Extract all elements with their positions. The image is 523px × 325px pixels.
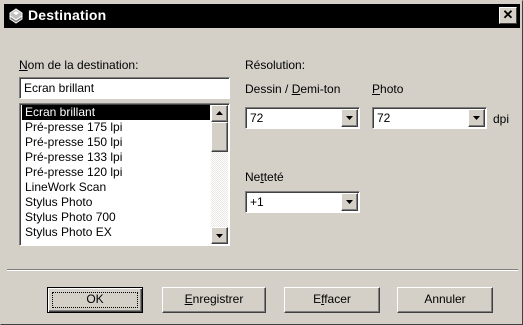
destination-list-item[interactable]: Stylus Photo 700 xyxy=(22,210,210,225)
destination-list-item[interactable]: Pré-presse 133 lpi xyxy=(22,150,210,165)
sharpness-value: +1 xyxy=(250,195,264,209)
dessin-demiton-label: Dessin / Demi-ton xyxy=(245,82,341,96)
scroll-up-button[interactable] xyxy=(211,105,228,122)
chevron-down-icon xyxy=(346,116,353,120)
ok-button[interactable]: OK xyxy=(47,287,143,313)
destination-dialog: Destination ✕ Nom de la destination: Ecr… xyxy=(0,0,523,325)
dessin-resolution-select[interactable]: 72 xyxy=(245,107,360,129)
dessin-resolution-value: 72 xyxy=(250,111,264,125)
delete-button-label: Effacer xyxy=(313,292,351,306)
destination-list-scrollbar[interactable] xyxy=(211,105,228,244)
dessin-dropdown-button[interactable] xyxy=(341,109,358,127)
destination-list[interactable]: Ecran brillant Pré-presse 175 lpi Pré-pres… xyxy=(19,103,230,246)
chevron-down-icon xyxy=(346,200,353,204)
printer-destination-icon xyxy=(9,8,23,24)
resolution-label: Résolution: xyxy=(245,58,306,72)
destination-list-item[interactable]: Stylus Photo xyxy=(22,195,210,210)
destination-list-item[interactable]: Pré-presse 175 lpi xyxy=(22,120,210,135)
dpi-unit-label: dpi xyxy=(493,112,510,126)
close-icon: ✕ xyxy=(502,7,514,22)
destination-name-label: Nom de la destination: xyxy=(19,58,139,72)
destination-name-input[interactable]: Ecran brillant xyxy=(19,77,230,99)
destination-list-item[interactable]: LineWork Scan xyxy=(22,180,210,195)
photo-resolution-value: 72 xyxy=(377,111,391,125)
delete-button[interactable]: Effacer xyxy=(284,287,380,313)
sharpness-select[interactable]: +1 xyxy=(245,191,360,213)
destination-list-item[interactable]: Pré-presse 120 lpi xyxy=(22,165,210,180)
destination-list-item[interactable]: Pré-presse 150 lpi xyxy=(22,135,210,150)
photo-dropdown-button[interactable] xyxy=(468,109,485,127)
sharpness-label: Netteté xyxy=(245,170,284,184)
save-button-label: Enregistrer xyxy=(184,292,244,306)
sharpness-dropdown-button[interactable] xyxy=(341,193,358,211)
destination-list-item[interactable]: Stylus Photo EX xyxy=(22,225,210,240)
scroll-down-button[interactable] xyxy=(211,227,228,244)
title-bar[interactable]: Destination ✕ xyxy=(4,4,520,28)
chevron-down-icon xyxy=(473,116,480,120)
window-title: Destination xyxy=(28,7,107,23)
photo-resolution-select[interactable]: 72 xyxy=(372,107,487,129)
cancel-button[interactable]: Annuler xyxy=(397,287,493,313)
cancel-button-label: Annuler xyxy=(424,292,466,306)
close-button[interactable]: ✕ xyxy=(499,7,517,24)
save-button[interactable]: Enregistrer xyxy=(162,287,266,313)
focus-rectangle xyxy=(52,292,138,308)
arrow-down-icon xyxy=(216,234,223,238)
photo-label: Photo xyxy=(372,82,404,96)
destination-list-item[interactable]: Ecran brillant xyxy=(22,105,210,120)
arrow-up-icon xyxy=(216,111,223,115)
button-separator xyxy=(7,269,518,271)
destination-name-value: Ecran brillant xyxy=(24,81,95,95)
scroll-thumb[interactable] xyxy=(211,122,228,152)
